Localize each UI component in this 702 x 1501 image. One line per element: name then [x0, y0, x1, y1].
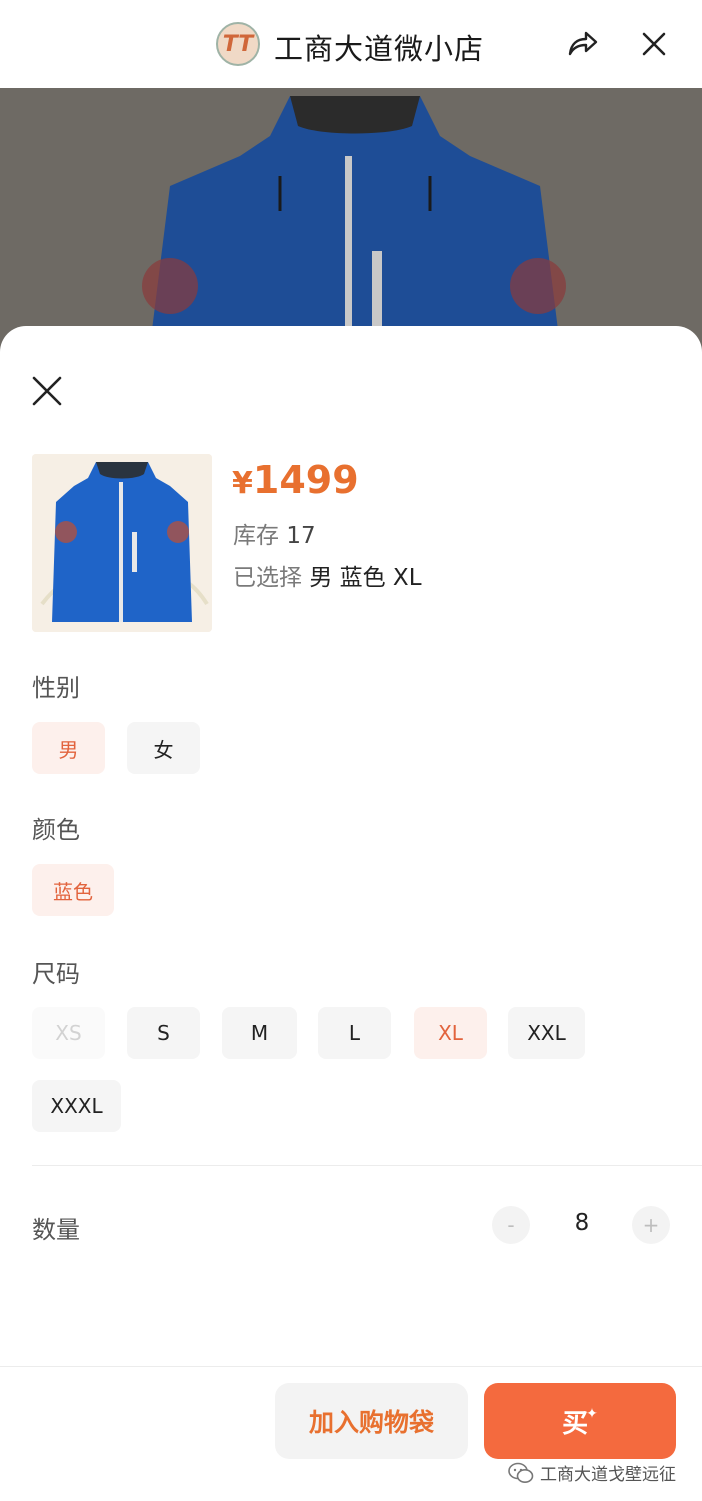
close-icon[interactable] — [636, 26, 672, 62]
selected-summary: 已选择 男 蓝色 XL — [233, 558, 422, 592]
jacket-thumbnail-image — [32, 454, 212, 632]
size-option-m[interactable]: M — [222, 1007, 297, 1059]
price-value: 1499 — [252, 458, 359, 502]
size-option-l[interactable]: L — [318, 1007, 391, 1059]
sku-selector-sheet: ¥1499 库存 17 已选择 男 蓝色 XL 性别 男 女 颜色 蓝色 尺码 … — [0, 326, 702, 1501]
color-option-blue[interactable]: 蓝色 — [32, 864, 114, 916]
size-label: 尺码 — [32, 960, 80, 988]
size-option-xs: XS — [32, 1007, 105, 1059]
action-bar-divider — [0, 1366, 702, 1367]
quantity-minus-button[interactable]: - — [492, 1206, 530, 1244]
quantity-label: 数量 — [32, 1216, 80, 1244]
share-icon[interactable] — [564, 26, 600, 62]
shop-logo[interactable]: TT — [216, 22, 260, 66]
size-option-xxxl[interactable]: XXXL — [32, 1080, 121, 1132]
product-thumbnail — [32, 454, 212, 632]
stock-info: 库存 17 — [233, 516, 316, 550]
buy-button-label: 买 — [562, 1408, 589, 1439]
stock-label: 库存 — [233, 523, 279, 549]
size-option-s[interactable]: S — [127, 1007, 200, 1059]
selected-value: 男 蓝色 XL — [309, 565, 422, 591]
currency-symbol: ¥ — [232, 466, 253, 501]
section-divider — [32, 1165, 702, 1166]
watermark-text: 工商大道戈壁远征 — [540, 1465, 676, 1485]
size-option-xl[interactable]: XL — [414, 1007, 487, 1059]
selected-label: 已选择 — [233, 565, 302, 591]
sheet-close-icon[interactable] — [30, 374, 64, 408]
add-to-bag-button[interactable]: 加入购物袋 — [275, 1383, 468, 1459]
product-price: ¥1499 — [232, 458, 359, 502]
quantity-plus-button[interactable]: + — [632, 1206, 670, 1244]
sparkle-icon: ✦ — [586, 1406, 598, 1422]
gender-option-male[interactable]: 男 — [32, 722, 105, 774]
product-screen: TT 工商大道微小店 ¥1499 库存 17 已选择 男 蓝色 XL 性别 男 … — [0, 0, 702, 1501]
buy-button[interactable]: 买 ✦ — [484, 1383, 676, 1459]
gender-label: 性别 — [32, 674, 80, 702]
stock-value: 17 — [286, 523, 316, 549]
wechat-icon — [508, 1462, 534, 1483]
watermark: 工商大道戈壁远征 — [508, 1460, 676, 1485]
quantity-value[interactable]: 8 — [564, 1210, 600, 1236]
gender-option-female[interactable]: 女 — [127, 722, 200, 774]
size-option-xxl[interactable]: XXL — [508, 1007, 585, 1059]
shop-title: 工商大道微小店 — [274, 32, 485, 66]
color-label: 颜色 — [32, 816, 80, 844]
header-bar: TT 工商大道微小店 — [0, 0, 702, 88]
